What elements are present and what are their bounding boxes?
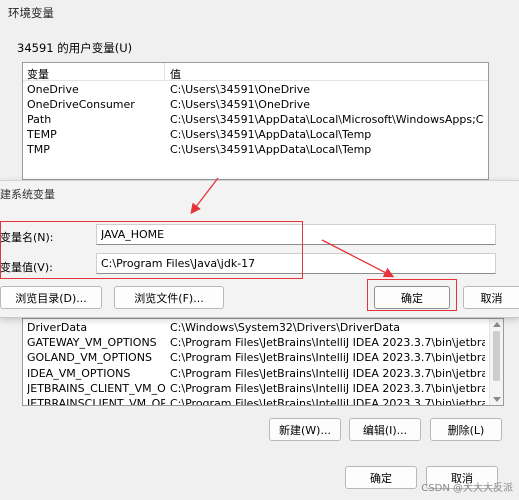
column-header-value[interactable]: 值 <box>170 66 181 82</box>
variable-value: C:\Users\34591\OneDrive <box>170 83 311 96</box>
new-system-variable-dialog: 建系统变量 变量名(N): 变量值(V): 浏览目录(D)... 浏览文件(F)… <box>0 180 519 318</box>
dialog-title: 建系统变量 <box>0 188 55 201</box>
variable-name: OneDrive <box>27 83 79 96</box>
variable-value: C:\Users\34591\AppData\Local\Temp <box>170 128 372 141</box>
user-variable-row[interactable]: Path C:\Users\34591\AppData\Local\Micros… <box>23 112 488 127</box>
variable-value: C:\Users\34591\OneDrive <box>170 98 311 111</box>
variable-name: OneDriveConsumer <box>27 98 135 111</box>
column-separator[interactable] <box>164 63 165 81</box>
new-variable-button[interactable]: 新建(W)... <box>269 418 341 441</box>
system-variable-row[interactable]: IDEA_VM_OPTIONS C:\Program Files\JetBrai… <box>23 366 503 381</box>
user-variable-row[interactable]: TMP C:\Users\34591\AppData\Local\Temp <box>23 142 488 157</box>
scroll-down-arrow-icon[interactable] <box>493 397 501 402</box>
user-variable-row[interactable]: OneDrive C:\Users\34591\OneDrive <box>23 82 488 97</box>
delete-variable-button[interactable]: 删除(L) <box>430 418 502 441</box>
variable-value: C:\Program Files\JetBrains\IntelliJ IDEA… <box>170 351 485 365</box>
variable-name-input[interactable] <box>96 224 496 245</box>
dialog-cancel-button[interactable]: 取消 <box>463 286 519 309</box>
variable-value: C:\Program Files\JetBrains\IntelliJ IDEA… <box>170 396 485 406</box>
variable-name: TMP <box>27 143 50 156</box>
variable-value: C:\Users\34591\AppData\Local\Microsoft\W… <box>170 113 484 126</box>
variable-value-label: 变量值(V): <box>0 261 53 274</box>
edit-variable-button[interactable]: 编辑(I)... <box>349 418 421 441</box>
browse-directory-button[interactable]: 浏览目录(D)... <box>0 286 102 309</box>
system-variable-row[interactable]: JETBRAINSCLIENT_VM_OPTI... C:\Program Fi… <box>23 396 503 406</box>
system-variable-row[interactable]: GOLAND_VM_OPTIONS C:\Program Files\JetBr… <box>23 350 503 365</box>
watermark: CSDN @大大大反派 <box>421 483 513 494</box>
variable-name: GOLAND_VM_OPTIONS <box>27 351 152 365</box>
system-variables-scrollbar[interactable] <box>489 319 503 405</box>
variable-value-input[interactable] <box>96 253 496 274</box>
system-variable-row[interactable]: GATEWAY_VM_OPTIONS C:\Program Files\JetB… <box>23 335 503 350</box>
variable-value: C:\Users\34591\AppData\Local\Temp <box>170 143 372 156</box>
window-title: 环境变量 <box>8 6 54 20</box>
user-variables-header: 变量 值 <box>23 63 488 81</box>
system-variable-row[interactable]: JETBRAINS_CLIENT_VM_OPTI... C:\Program F… <box>23 381 503 396</box>
variable-name: DriverData <box>27 321 88 334</box>
variable-value: C:\Windows\System32\Drivers\DriverData <box>170 321 401 334</box>
variable-name: GATEWAY_VM_OPTIONS <box>27 336 157 350</box>
variable-value: C:\Program Files\JetBrains\IntelliJ IDEA… <box>170 366 485 380</box>
variable-name: Path <box>27 113 52 126</box>
user-variables-group-label: 34591 的用户变量(U) <box>17 41 133 55</box>
user-variable-row[interactable]: TEMP C:\Users\34591\AppData\Local\Temp <box>23 127 488 142</box>
variable-name-label: 变量名(N): <box>0 231 54 244</box>
user-variable-row[interactable]: OneDriveConsumer C:\Users\34591\OneDrive <box>23 97 488 112</box>
column-header-variable[interactable]: 变量 <box>27 66 49 82</box>
scroll-up-arrow-icon[interactable] <box>493 322 501 327</box>
variable-value: C:\Program Files\JetBrains\IntelliJ IDEA… <box>170 336 485 350</box>
variable-name: TEMP <box>27 128 57 141</box>
system-variables-list[interactable]: DriverData C:\Windows\System32\Drivers\D… <box>22 318 504 406</box>
browse-file-button[interactable]: 浏览文件(F)... <box>114 286 224 309</box>
variable-name: JETBRAINS_CLIENT_VM_OPTI... <box>27 381 165 395</box>
dialog-ok-button[interactable]: 确定 <box>374 286 450 309</box>
scrollbar-thumb[interactable] <box>493 331 500 381</box>
variable-name: JETBRAINSCLIENT_VM_OPTI... <box>27 396 165 406</box>
variable-name: IDEA_VM_OPTIONS <box>27 366 131 380</box>
env-ok-button[interactable]: 确定 <box>345 466 417 489</box>
variable-value: C:\Program Files\JetBrains\IntelliJ IDEA… <box>170 381 485 395</box>
user-variables-list[interactable]: 变量 值 OneDrive C:\Users\34591\OneDrive On… <box>22 62 489 180</box>
system-variable-row[interactable]: DriverData C:\Windows\System32\Drivers\D… <box>23 320 503 335</box>
